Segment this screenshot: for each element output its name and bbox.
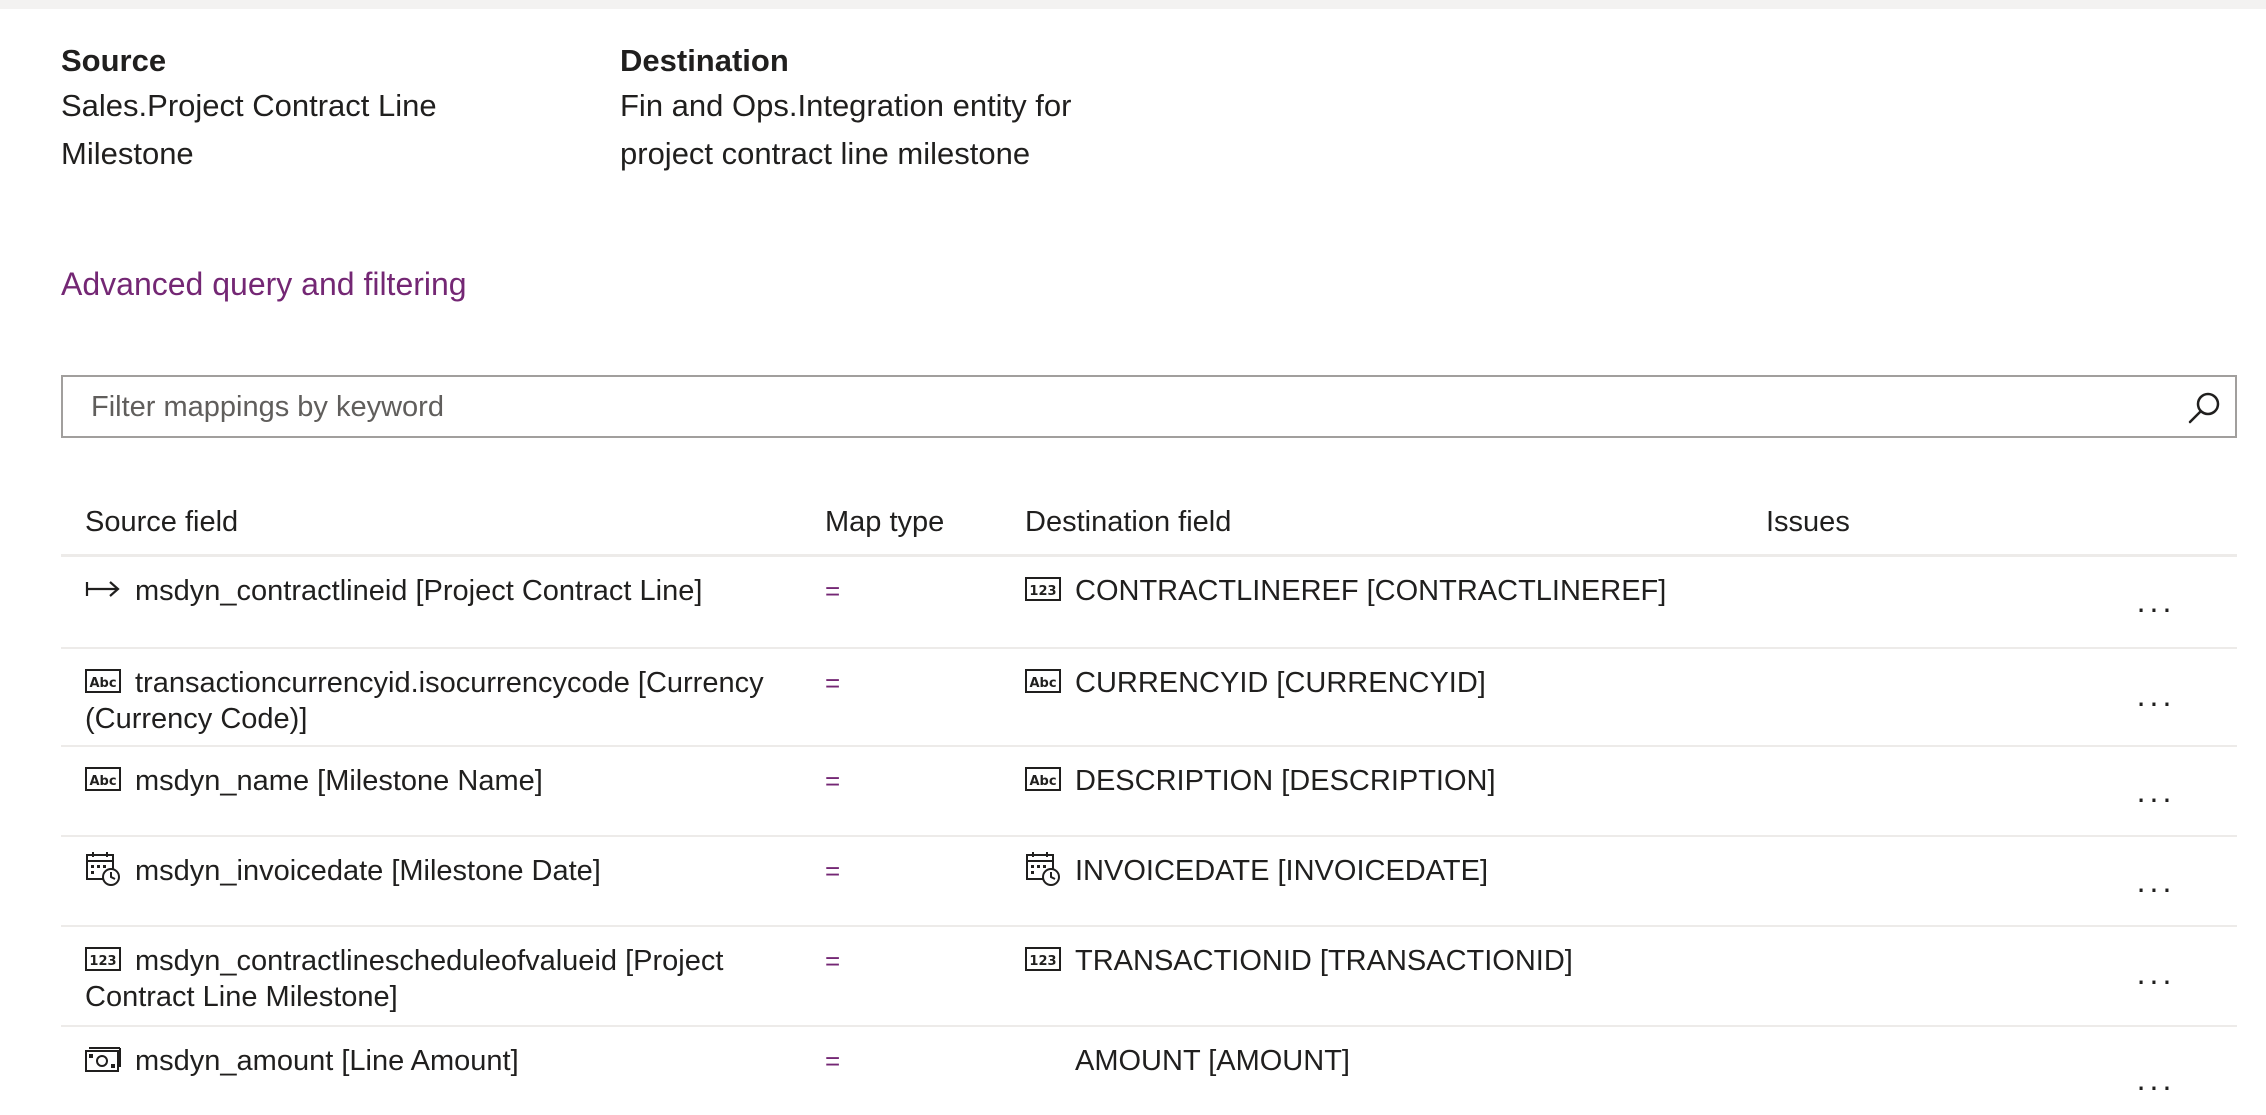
source-field-cell: Abc msdyn_name [Milestone Name] [85, 763, 785, 799]
source-section: Source Sales.Project Contract Line Miles… [61, 40, 541, 178]
source-field-name: msdyn_name [Milestone Name] [135, 765, 543, 797]
source-field-cell: msdyn_invoicedate [Milestone Date] [85, 851, 785, 890]
destination-field-name: TRANSACTIONID [TRANSACTIONID] [1075, 945, 1573, 977]
destination-field-name: CONTRACTLINEREF [CONTRACTLINEREF] [1075, 575, 1667, 607]
text-icon: Abc [85, 766, 121, 792]
destination-entity-line2: project contract line milestone [620, 136, 1031, 171]
money-icon [85, 1045, 121, 1073]
svg-text:123: 123 [1029, 954, 1056, 969]
text-icon: Abc [1025, 668, 1061, 694]
source-entity-line2: Milestone [61, 136, 194, 171]
svg-text:123: 123 [1029, 584, 1056, 599]
destination-field-name: INVOICEDATE [INVOICEDATE] [1075, 855, 1489, 887]
map-type-equals[interactable]: = [825, 853, 840, 889]
key-arrow-icon [85, 574, 121, 604]
destination-field-cell: Abc DESCRIPTION [DESCRIPTION] [1025, 763, 1805, 799]
top-bar [0, 0, 2266, 9]
more-options-button[interactable]: ... [2129, 863, 2183, 903]
mapping-row[interactable]: msdyn_contractlineid [Project Contract L… [61, 557, 2237, 649]
map-type-equals[interactable]: = [825, 573, 840, 609]
column-header-destination-field[interactable]: Destination field [1025, 502, 1231, 542]
text-icon: Abc [85, 668, 121, 694]
mapping-row[interactable]: Abc transactioncurrencyid.isocurrencycod… [61, 649, 2237, 747]
destination-entity-line1: Fin and Ops.Integration entity for [620, 88, 1072, 123]
source-field-name: msdyn_amount [Line Amount] [135, 1045, 519, 1077]
column-header-issues[interactable]: Issues [1766, 502, 1850, 542]
destination-field-cell: 123 CONTRACTLINEREF [CONTRACTLINEREF] [1025, 573, 1805, 609]
destination-field-cell: 123 TRANSACTIONID [TRANSACTIONID] [1025, 943, 1805, 979]
search-icon[interactable] [2185, 389, 2223, 427]
map-type-equals[interactable]: = [825, 763, 840, 799]
number-icon: 123 [1025, 576, 1061, 602]
mappings-table: Source field Map type Destination field … [61, 490, 2237, 1115]
map-type-equals[interactable]: = [825, 943, 840, 979]
mapping-row[interactable]: msdyn_invoicedate [Milestone Date] = INV… [61, 837, 2237, 927]
destination-title: Destination [620, 43, 789, 78]
source-field-name: msdyn_contractlinescheduleofvalueid [Pro… [135, 945, 724, 977]
source-field-name: transactioncurrencyid.isocurrencycode [C… [135, 667, 764, 699]
filter-search-box [61, 375, 2237, 438]
destination-field-cell: INVOICEDATE [INVOICEDATE] [1025, 851, 1805, 890]
advanced-query-link[interactable]: Advanced query and filtering [61, 262, 467, 306]
source-field-cell: 123 msdyn_contractlinescheduleofvalueid … [85, 943, 785, 1015]
source-field-cell: msdyn_amount [Line Amount] [85, 1043, 785, 1079]
svg-text:Abc: Abc [1029, 774, 1056, 789]
mapping-row[interactable]: msdyn_amount [Line Amount] = AMOUNT [AMO… [61, 1027, 2237, 1115]
source-entity-line1: Sales.Project Contract Line [61, 88, 437, 123]
more-options-button[interactable]: ... [2129, 583, 2183, 623]
more-options-button[interactable]: ... [2129, 677, 2183, 717]
source-field-cell: msdyn_contractlineid [Project Contract L… [85, 573, 785, 609]
destination-field-name: AMOUNT [AMOUNT] [1075, 1045, 1350, 1077]
more-options-button[interactable]: ... [2129, 1061, 2183, 1101]
source-field-name: msdyn_contractlineid [Project Contract L… [135, 575, 703, 607]
destination-field-name: CURRENCYID [CURRENCYID] [1075, 667, 1486, 699]
number-icon: 123 [85, 946, 121, 972]
svg-text:Abc: Abc [89, 676, 116, 691]
map-type-equals[interactable]: = [825, 1043, 840, 1079]
mapping-row[interactable]: 123 msdyn_contractlinescheduleofvalueid … [61, 927, 2237, 1027]
more-options-button[interactable]: ... [2129, 773, 2183, 813]
column-header-map-type[interactable]: Map type [825, 502, 944, 542]
destination-field-cell: Abc CURRENCYID [CURRENCYID] [1025, 665, 1805, 701]
source-title: Source [61, 43, 167, 78]
mapping-row[interactable]: Abc msdyn_name [Milestone Name] = Abc DE… [61, 747, 2237, 837]
source-field-name-cont: (Currency Code)] [85, 703, 308, 735]
source-field-name-cont: Contract Line Milestone] [85, 981, 398, 1013]
mapping-header: Source Sales.Project Contract Line Miles… [61, 40, 1261, 190]
table-header: Source field Map type Destination field … [61, 490, 2237, 557]
column-header-source-field[interactable]: Source field [85, 502, 238, 542]
map-type-equals[interactable]: = [825, 665, 840, 701]
svg-text:Abc: Abc [1029, 676, 1056, 691]
filter-mappings-input[interactable] [89, 377, 2133, 438]
number-icon: 123 [1025, 946, 1061, 972]
svg-text:123: 123 [89, 954, 116, 969]
destination-section: Destination Fin and Ops.Integration enti… [620, 40, 1180, 178]
blank-icon-slot [1025, 1047, 1061, 1077]
destination-field-name: DESCRIPTION [DESCRIPTION] [1075, 765, 1496, 797]
svg-text:Abc: Abc [89, 774, 116, 789]
calendar-clock-icon [85, 851, 121, 887]
more-options-button[interactable]: ... [2129, 955, 2183, 995]
source-field-name: msdyn_invoicedate [Milestone Date] [135, 855, 601, 887]
calendar-clock-icon [1025, 851, 1061, 887]
destination-field-cell: AMOUNT [AMOUNT] [1025, 1043, 1805, 1079]
text-icon: Abc [1025, 766, 1061, 792]
source-field-cell: Abc transactioncurrencyid.isocurrencycod… [85, 665, 785, 737]
